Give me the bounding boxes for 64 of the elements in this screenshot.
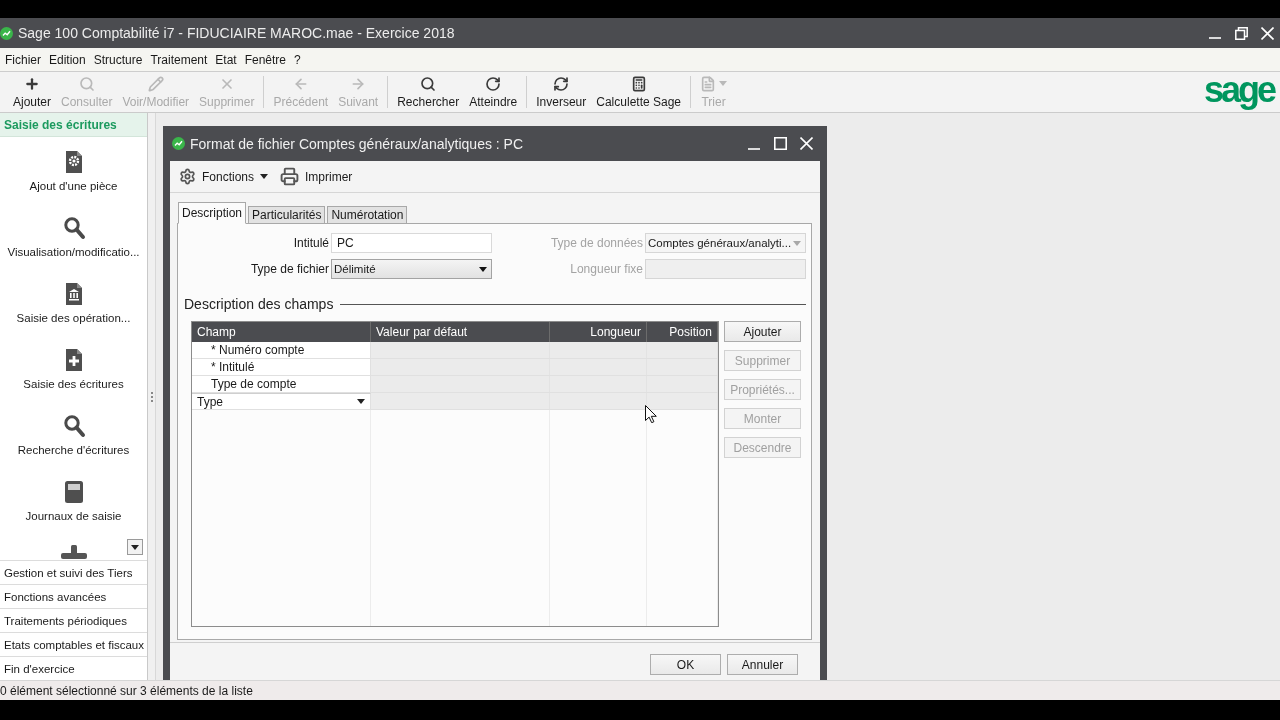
field-label: Type de fichier [249,262,329,276]
toolbar-button[interactable]: Imprimer [277,165,356,188]
menu-item[interactable]: Structure [89,50,147,69]
table-cell: * Numéro compte [192,342,371,358]
table-cell: Type de compte [192,376,371,392]
dropdown-field[interactable]: Type [192,393,371,409]
tab[interactable]: Numérotation [327,206,408,224]
section-title: Description des champs [184,296,334,312]
restore-icon[interactable] [1234,26,1248,40]
app-logo-icon [0,26,13,40]
search-icon[interactable] [61,414,86,438]
redo-arrow-icon[interactable] [485,75,502,92]
refresh-icon[interactable] [553,75,570,92]
calculator-icon[interactable] [630,75,647,92]
toolbar-button[interactable]: Atteindre [464,72,523,112]
search-icon[interactable] [61,216,86,240]
app-logo-icon [172,137,185,150]
table-cell: * Intitulé [192,359,371,375]
field-label: Longueur fixe [569,262,643,276]
dialog-button[interactable]: OK [650,654,721,675]
caret-icon[interactable] [131,544,139,550]
close-icon[interactable] [1260,26,1274,40]
caret-icon[interactable] [357,399,365,404]
window-title: Sage 100 Comptabilité i7 - FIDUCIAIRE MAROC.mae - Exercice 2018 [18,25,455,41]
menu-item[interactable]: Fichier [1,50,45,69]
mouse-cursor-icon [645,405,657,423]
dialog-button[interactable]: Annuler [727,654,798,675]
menu-item[interactable]: Traitement [146,50,212,69]
select-field[interactable]: Délimité [331,259,492,279]
dialog-title: Format de fichier Comptes généraux/analytiques : PC [190,135,524,152]
field-label: Type de données [549,236,643,250]
printer-icon[interactable] [280,167,300,186]
text-field[interactable]: PC [331,233,492,253]
splitter-grip-icon[interactable] [150,391,153,402]
sidebar-item[interactable]: Saisie des écritures [0,335,147,401]
close-icon[interactable] [799,137,813,150]
menu-item[interactable]: Etat [211,50,241,69]
maximize-icon[interactable] [773,137,787,150]
logo: sage [1203,72,1274,112]
sidebar-item[interactable]: Saisie des opération... [0,269,147,335]
sidebar-item[interactable]: Visualisation/modificatio... [0,203,147,269]
scroll-down-button[interactable] [127,539,143,555]
action-button[interactable]: Ajouter [724,321,801,342]
plus-icon[interactable] [24,75,40,92]
toolbar-button[interactable]: Calculette Sage [591,72,686,112]
caret-icon[interactable] [260,174,269,179]
menu-item[interactable]: Edition [45,50,90,69]
toolbar-button[interactable]: Inverseur [531,72,592,112]
toolbar-button[interactable]: Rechercher [392,72,465,112]
sidebar-item[interactable]: Ajout d'une pièce [0,137,147,203]
toolbar-button[interactable]: Ajouter [8,72,57,112]
sidebar-item[interactable]: Journaux de saisie [0,467,147,533]
menu-item[interactable]: ? [290,50,305,69]
tab[interactable]: Description [178,202,247,224]
search-icon[interactable] [420,75,437,92]
caret-icon[interactable] [479,266,487,272]
field-label: Intitulé [292,236,329,250]
status-text: 0 élément sélectionné sur 3 éléments de la liste [0,683,253,698]
toolbar-button[interactable]: Fonctions [176,166,272,187]
tab[interactable]: Particularités [248,206,326,224]
stamp-icon[interactable] [60,545,87,559]
sidebar-item[interactable]: Recherche d'écritures [0,401,147,467]
menu-item[interactable]: Fenêtre [240,50,291,69]
gear-icon[interactable] [179,168,196,185]
